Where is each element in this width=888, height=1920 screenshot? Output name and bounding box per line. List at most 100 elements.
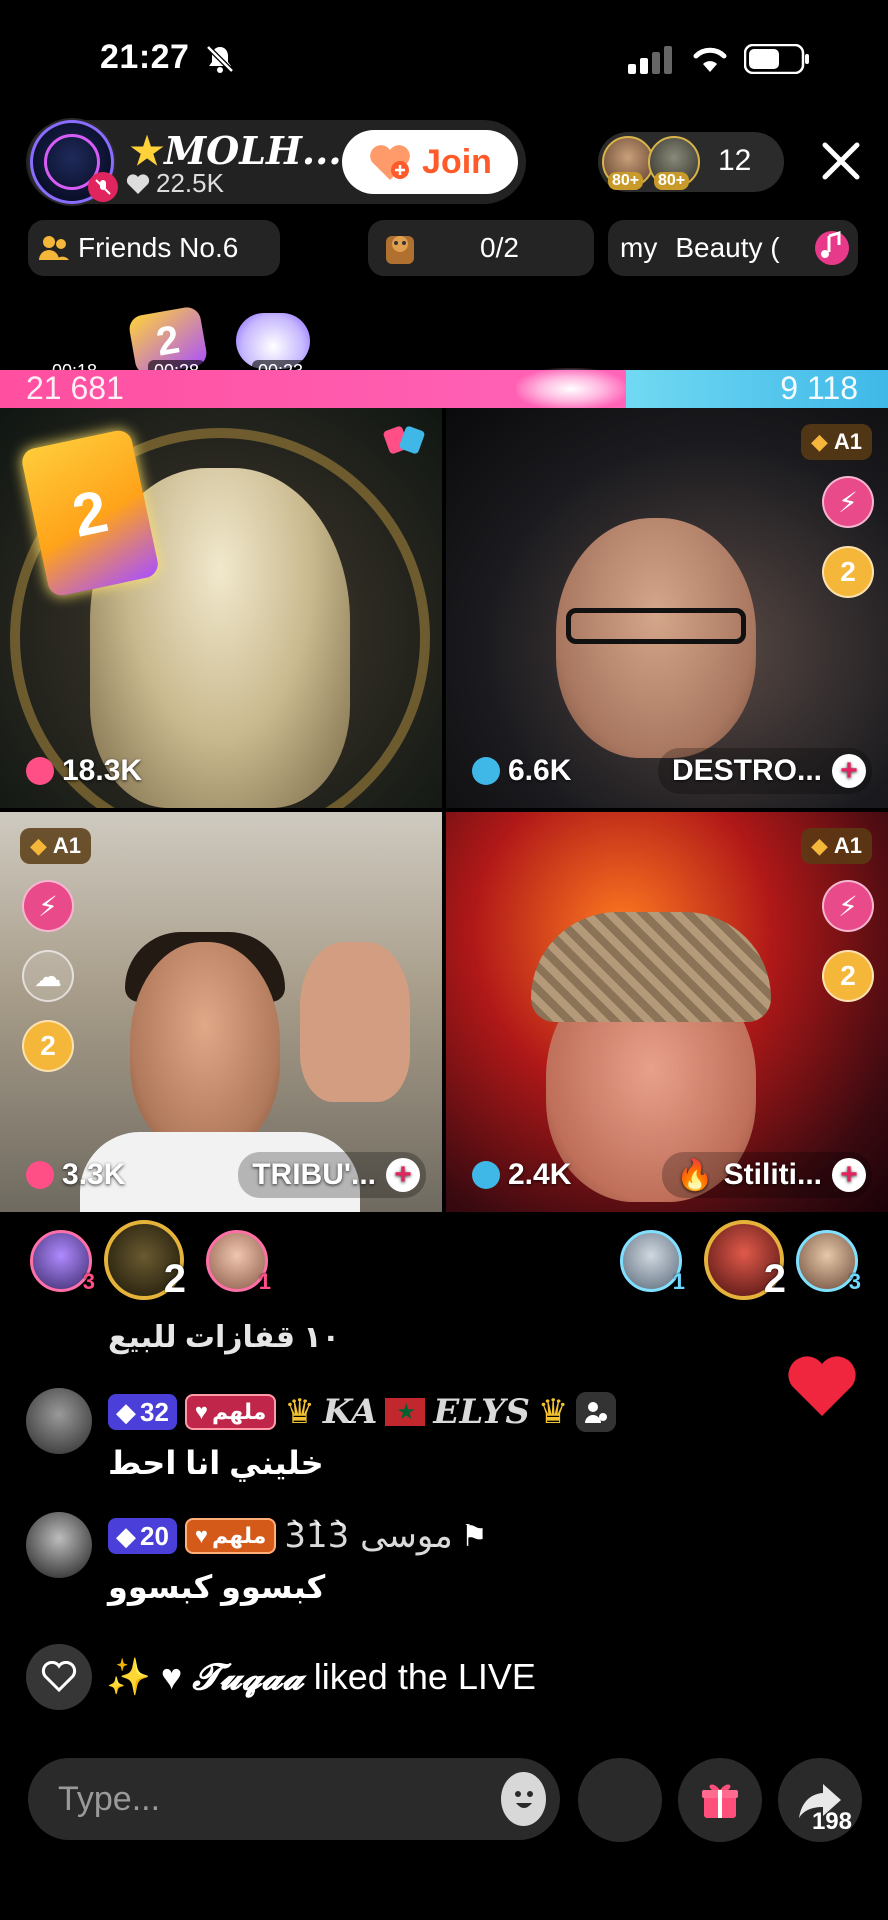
top-gifter-avatar[interactable]: 3 [30, 1230, 95, 1294]
viewer-count: 12 [718, 144, 752, 177]
liked-text: ✨ ♥ 𝓣𝓾𝓺𝓪𝓪 liked the LIVE [106, 1656, 536, 1699]
follow-plus-icon[interactable]: + [832, 754, 866, 788]
signal-icon [628, 46, 672, 74]
goal-progress: 0/2 [480, 232, 519, 263]
diamond-icon: ◆ [810, 429, 828, 454]
gift-button[interactable] [678, 1758, 762, 1842]
more-button[interactable] [578, 1758, 662, 1842]
diamond-icon: ◆ [30, 833, 47, 858]
goal-chip[interactable]: 0/2 [368, 220, 594, 276]
chat-username[interactable]: موسى 3̀1̀3̀ [284, 1516, 452, 1556]
emoji-icon[interactable] [501, 1772, 546, 1826]
gifter-rank: 1 [672, 1269, 685, 1294]
friends-icon [39, 236, 69, 260]
guest-score: 3.3K [26, 1158, 125, 1192]
share-button[interactable]: 198 [778, 1758, 862, 1842]
fire-icon: 🔥 [676, 1158, 714, 1192]
viewer-avatar[interactable]: 80+ [602, 136, 654, 190]
chat-avatar[interactable] [26, 1388, 92, 1454]
like-button[interactable] [26, 1644, 92, 1710]
chat-username[interactable]: KA [323, 1392, 378, 1432]
comment-input-box[interactable] [28, 1758, 560, 1840]
follow-user-icon[interactable] [576, 1392, 617, 1432]
guest-tile[interactable]: ◆ A1 ⚡ 2 2.4K 🔥 Stiliti... + [446, 812, 888, 1212]
follow-plus-icon[interactable]: + [832, 1158, 866, 1192]
friends-chip[interactable]: Friends No.6 [28, 220, 280, 276]
join-label: Join [422, 142, 492, 181]
chat-username-part[interactable]: ELYS [433, 1392, 529, 1432]
liked-suffix: liked the LIVE [313, 1655, 536, 1697]
host-name: ★MOLH... [130, 128, 342, 173]
share-count: 198 [811, 1808, 852, 1835]
chat-header: ◆32 ♥ملهم ♛ KA ELYS ♛ [108, 1392, 617, 1432]
level-value: 20 [140, 1520, 169, 1551]
guest-name: TRIBU'... [252, 1158, 376, 1191]
boost-icon: ⚡ [22, 880, 74, 932]
rank-badge: ◆ A1 [800, 828, 872, 864]
close-icon[interactable] [820, 140, 862, 182]
chat-avatar[interactable] [26, 1512, 92, 1578]
join-button[interactable]: Join [342, 130, 518, 194]
level-value: 32 [140, 1396, 169, 1427]
crown-icon: ♛ [284, 1393, 315, 1431]
level-badge: ◆ 20 [108, 1518, 177, 1554]
score-value: 6.6K [508, 754, 572, 787]
gifter-rank: 3 [82, 1269, 95, 1294]
heart-icon [126, 173, 150, 194]
top-gifter-avatar[interactable]: 1 [206, 1230, 271, 1294]
rank-badge-label: A1 [833, 429, 862, 454]
viewer-avatar[interactable]: 80+ [648, 136, 700, 190]
wifi-icon [693, 47, 727, 72]
song-title: Beauty ( [675, 232, 780, 263]
guest-name-pill[interactable]: TRIBU'... + [238, 1152, 426, 1198]
guest-name-pill[interactable]: DESTRO... + [657, 748, 872, 794]
guest-score: 6.6K [472, 754, 571, 788]
top-gifter-avatar[interactable]: 2 [104, 1220, 186, 1301]
guest-tile[interactable]: 2 18.3K [0, 408, 442, 808]
gifter-rank: 3 [848, 1269, 861, 1294]
top-gifter-avatar[interactable]: 3 [796, 1230, 861, 1294]
mic-muted-icon [88, 172, 118, 202]
liked-notice: ✨ ♥ 𝓣𝓾𝓺𝓪𝓪 liked the LIVE [26, 1644, 536, 1710]
rank-badge-label: A1 [833, 833, 862, 858]
chat-text: كبسوو كبسوو [108, 1569, 326, 1605]
score-icon [26, 1161, 54, 1189]
guest-score: 2.4K [472, 1158, 571, 1192]
rank-badge: ◆ A1 [20, 828, 92, 864]
white-heart-icon: ♥ [160, 1655, 183, 1697]
diamond-icon: ◆ [116, 1520, 136, 1551]
guest-name: Stiliti... [723, 1158, 822, 1191]
song-chip[interactable]: my Beauty ( [608, 220, 858, 276]
viewer-list[interactable]: 80+ 80+ 12 [598, 132, 784, 192]
top-gifter-avatar[interactable]: 2 [704, 1220, 786, 1301]
heart-outline-icon [41, 1661, 77, 1693]
glasses [566, 608, 746, 644]
top-gifter-avatar[interactable]: 1 [620, 1230, 685, 1294]
chat-text: ١٠ قفازات للبيع [108, 1321, 340, 1354]
score-value: 2.4K [508, 1158, 572, 1191]
guest-score: 18.3K [26, 754, 142, 788]
liked-username[interactable]: 𝓣𝓾𝓺𝓪𝓪 [192, 1656, 304, 1698]
follow-plus-icon[interactable]: + [386, 1158, 420, 1192]
diamond-icon: ◆ [810, 833, 828, 858]
battery-icon [744, 44, 809, 74]
viewer-badge: 80+ [608, 172, 644, 190]
chat-header: ◆ 20 ♥ ملهم موسى 3̀1̀3̀ ⚑ [108, 1516, 488, 1556]
comment-input[interactable] [58, 1779, 501, 1819]
friends-label: Friends No.6 [78, 232, 239, 263]
guest-name-pill[interactable]: 🔥 Stiliti... + [662, 1152, 872, 1198]
score-icon [26, 757, 54, 785]
morocco-flag-icon [385, 1398, 426, 1426]
guest-tile[interactable]: ◆ A1 ⚡ 2 6.6K DESTRO... + [446, 408, 888, 808]
sparkle-icon: ✨ [106, 1655, 151, 1697]
guest-hand [300, 942, 410, 1102]
host-likes-count: 22.5K [156, 168, 224, 198]
song-prefix: my [620, 232, 658, 263]
tile-footer: 2.4K 🔥 Stiliti... + [472, 1152, 872, 1198]
tile-side-icons: ⚡ ☁ 2 [22, 880, 76, 1072]
guest-name: DESTRO... [671, 754, 822, 787]
score-icon [472, 1161, 500, 1189]
battle-left-score: 21 681 [26, 370, 124, 406]
tile-side-icons: ⚡ 2 [822, 476, 876, 598]
guest-tile[interactable]: ◆ A1 ⚡ ☁ 2 3.3K TRIBU'... + [0, 812, 442, 1212]
